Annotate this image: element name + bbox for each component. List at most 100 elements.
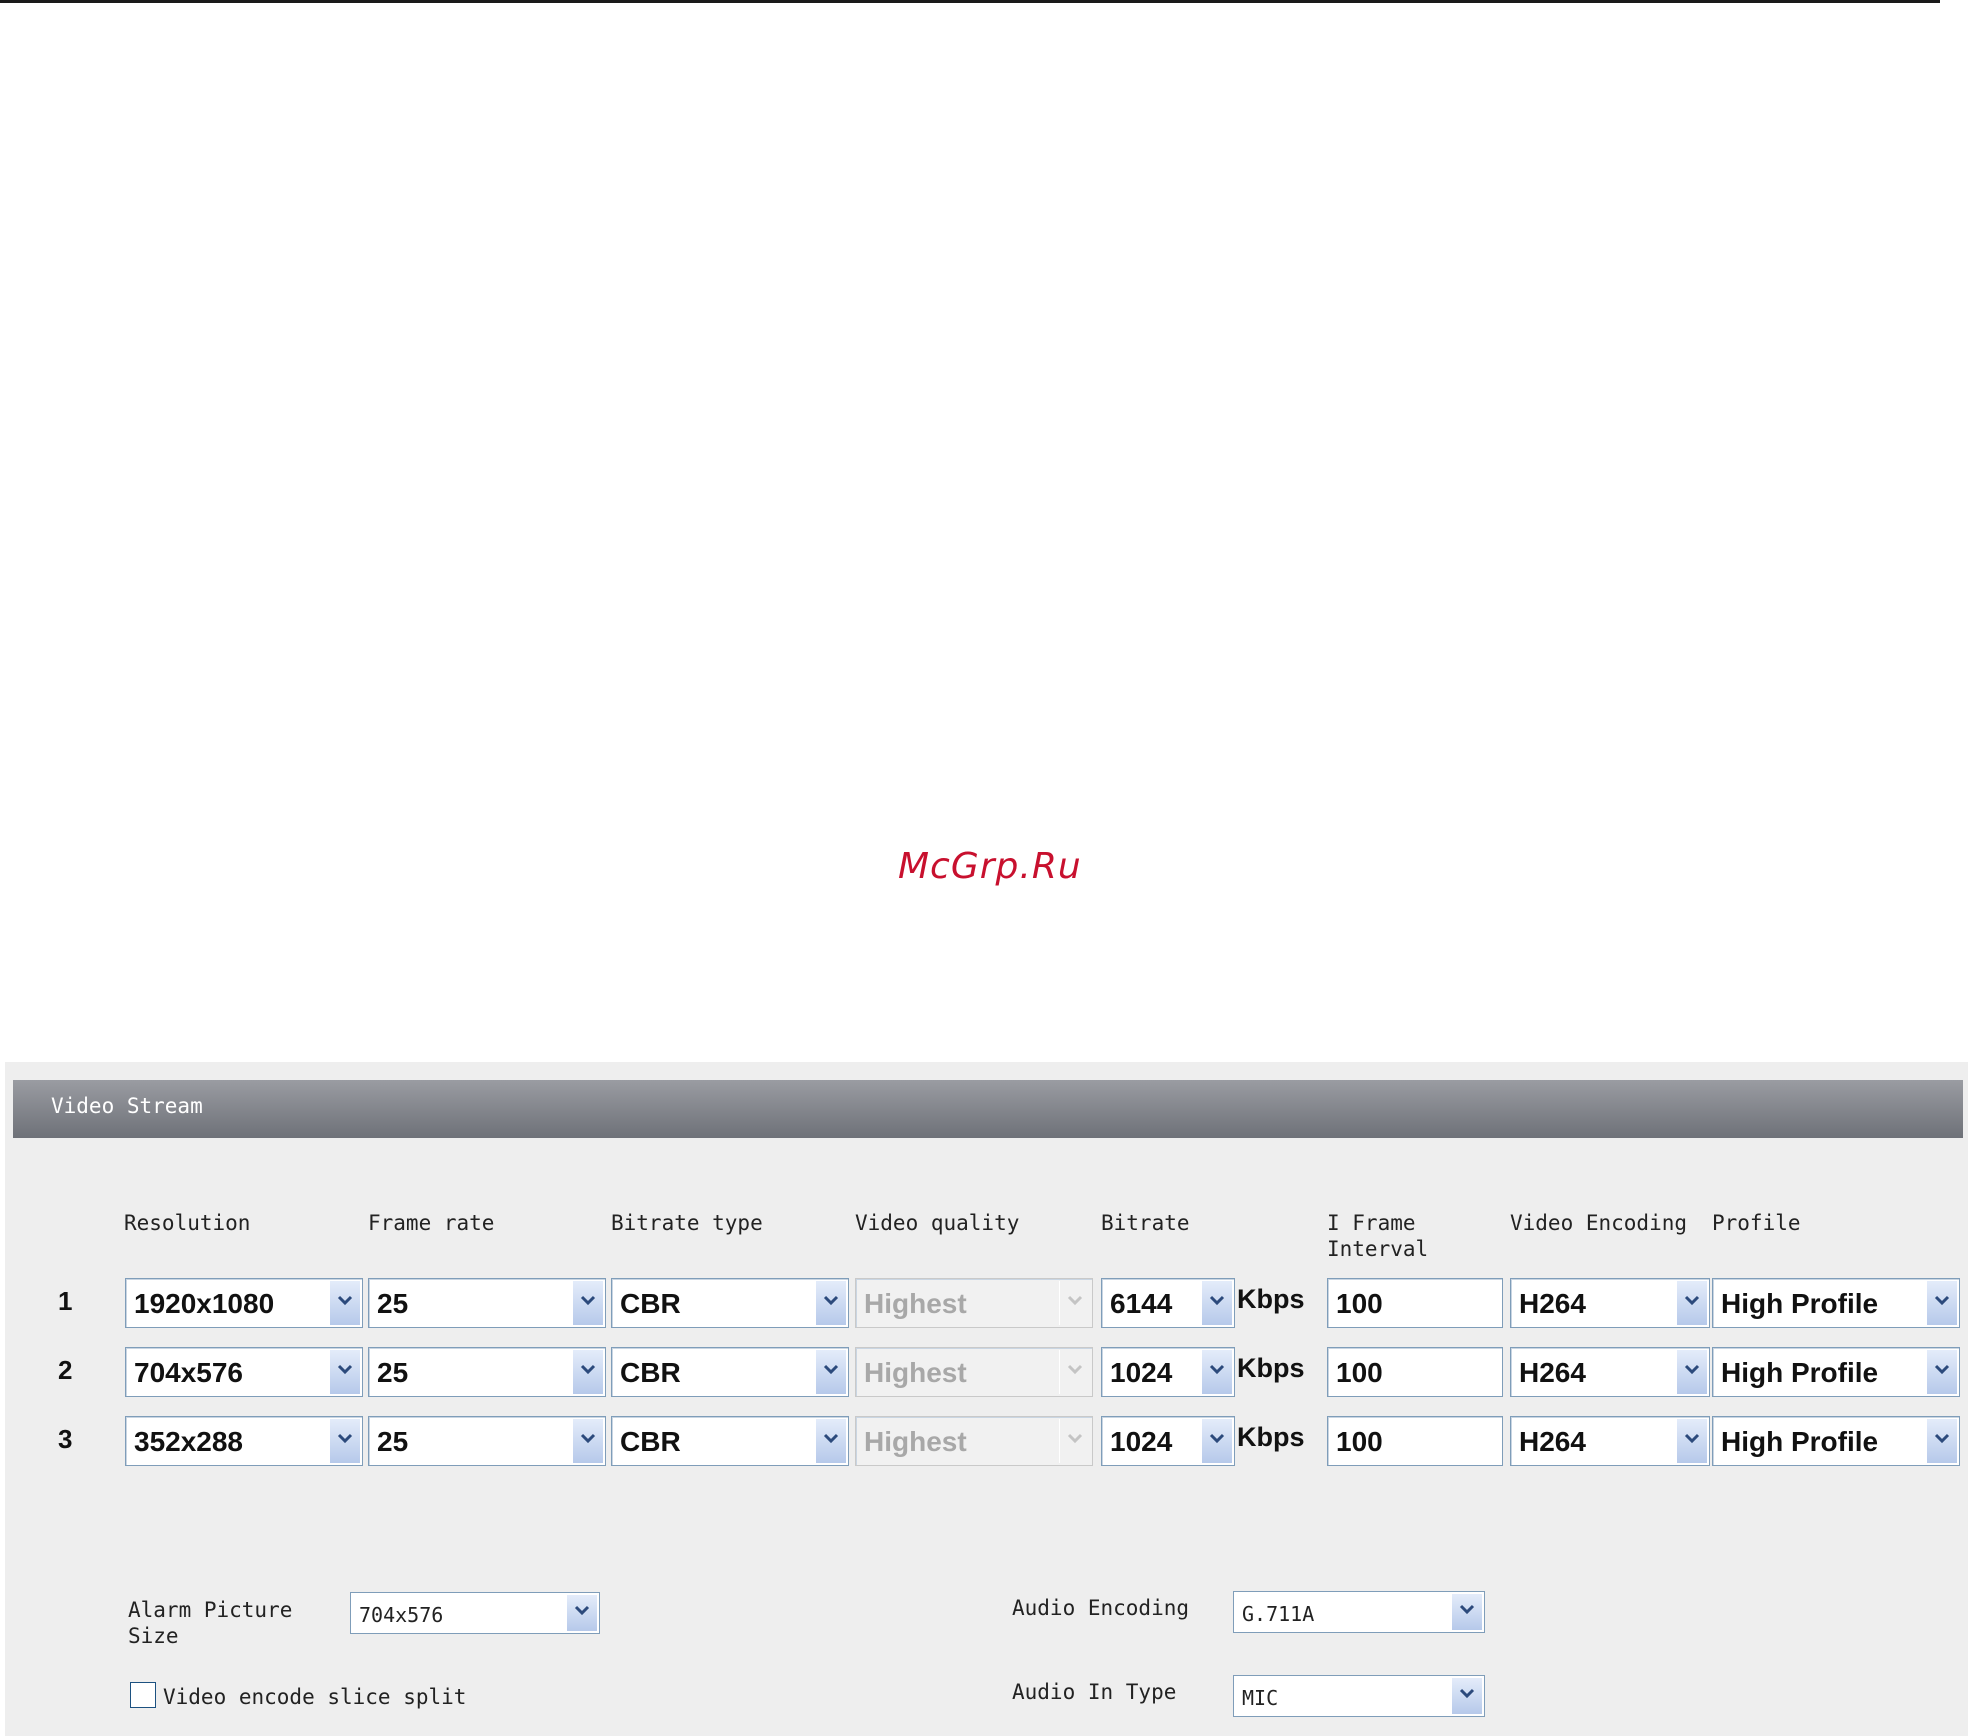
video-quality-select: Highest: [855, 1278, 1093, 1328]
alarm-picture-size-select[interactable]: 704x576: [350, 1592, 600, 1634]
col-video-encoding: Video Encoding: [1510, 1211, 1688, 1235]
alarm-picture-size-label: Alarm Picture Size: [128, 1598, 293, 1648]
frame-rate-select[interactable]: 25: [368, 1278, 606, 1328]
profile-select[interactable]: High Profile: [1712, 1416, 1960, 1466]
watermark: McGrp.Ru: [898, 846, 1082, 887]
bitrate-select[interactable]: 1024: [1101, 1416, 1235, 1466]
row-number: 3: [58, 1424, 73, 1454]
chevron-down-icon[interactable]: [1926, 1419, 1957, 1463]
slice-split-checkbox[interactable]: [130, 1682, 156, 1708]
bitrate-select[interactable]: 6144: [1101, 1278, 1235, 1328]
encoding-value: H264: [1519, 1288, 1586, 1319]
col-resolution: Resolution: [124, 1211, 251, 1235]
chevron-down-icon[interactable]: [1926, 1350, 1957, 1394]
bitrate-type-value: CBR: [620, 1426, 681, 1457]
profile-select[interactable]: High Profile: [1712, 1278, 1960, 1328]
audio-encoding-label: Audio Encoding: [1012, 1596, 1190, 1620]
bitrate-select[interactable]: 1024: [1101, 1347, 1235, 1397]
video-quality-value: Highest: [864, 1357, 967, 1388]
bitrate-type-value: CBR: [620, 1288, 681, 1319]
chevron-down-icon[interactable]: [1676, 1350, 1707, 1394]
col-bitrate-type: Bitrate type: [611, 1211, 763, 1235]
chevron-down-icon[interactable]: [1926, 1281, 1957, 1325]
encoding-value: H264: [1519, 1426, 1586, 1457]
chevron-down-icon[interactable]: [1676, 1281, 1707, 1325]
profile-value: High Profile: [1721, 1288, 1879, 1319]
chevron-down-icon[interactable]: [572, 1350, 603, 1394]
top-rule: [0, 0, 1940, 3]
chevron-down-icon: [1059, 1419, 1090, 1463]
chevron-down-icon[interactable]: [1676, 1419, 1707, 1463]
slice-split-label: Video encode slice split: [163, 1685, 467, 1709]
chevron-down-icon[interactable]: [1451, 1678, 1482, 1714]
bitrate-type-select[interactable]: CBR: [611, 1347, 849, 1397]
row-number: 2: [58, 1355, 73, 1385]
panel-title: Video Stream: [51, 1094, 203, 1118]
video-quality-select: Highest: [855, 1347, 1093, 1397]
chevron-down-icon[interactable]: [572, 1419, 603, 1463]
chevron-down-icon[interactable]: [1201, 1419, 1232, 1463]
frame-rate-select[interactable]: 25: [368, 1347, 606, 1397]
iframe-value: 100: [1336, 1288, 1383, 1319]
iframe-input[interactable]: 100: [1327, 1416, 1503, 1466]
audio-encoding-select[interactable]: G.711A: [1233, 1591, 1485, 1633]
chevron-down-icon: [1059, 1281, 1090, 1325]
bitrate-value: 1024: [1110, 1426, 1173, 1457]
iframe-value: 100: [1336, 1426, 1383, 1457]
resolution-select[interactable]: 704x576: [125, 1347, 363, 1397]
bitrate-value: 1024: [1110, 1357, 1173, 1388]
resolution-value: 704x576: [134, 1357, 244, 1388]
resolution-value: 352x288: [134, 1426, 244, 1457]
audio-in-type-select[interactable]: MIC: [1233, 1675, 1485, 1717]
chevron-down-icon[interactable]: [572, 1281, 603, 1325]
chevron-down-icon[interactable]: [1201, 1281, 1232, 1325]
chevron-down-icon: [1059, 1350, 1090, 1394]
resolution-select[interactable]: 1920x1080: [125, 1278, 363, 1328]
chevron-down-icon[interactable]: [329, 1419, 360, 1463]
chevron-down-icon[interactable]: [566, 1595, 597, 1631]
resolution-select[interactable]: 352x288: [125, 1416, 363, 1466]
chevron-down-icon[interactable]: [815, 1281, 846, 1325]
profile-value: High Profile: [1721, 1426, 1879, 1457]
panel-header: Video Stream: [13, 1080, 1963, 1138]
audio-encoding-value: G.711A: [1242, 1602, 1315, 1626]
bitrate-unit: Kbps: [1237, 1353, 1305, 1383]
chevron-down-icon[interactable]: [329, 1281, 360, 1325]
alarm-picture-size-value: 704x576: [359, 1603, 444, 1627]
profile-select[interactable]: High Profile: [1712, 1347, 1960, 1397]
iframe-input[interactable]: 100: [1327, 1347, 1503, 1397]
bitrate-unit: Kbps: [1237, 1284, 1305, 1314]
frame-rate-select[interactable]: 25: [368, 1416, 606, 1466]
row-number: 1: [58, 1286, 73, 1316]
video-stream-panel: Video Stream Resolution Frame rate Bitra…: [5, 1062, 1968, 1736]
encoding-select[interactable]: H264: [1510, 1278, 1710, 1328]
frame-rate-value: 25: [377, 1288, 409, 1319]
bitrate-value: 6144: [1110, 1288, 1173, 1319]
resolution-value: 1920x1080: [134, 1288, 275, 1319]
bitrate-unit: Kbps: [1237, 1422, 1305, 1452]
chevron-down-icon[interactable]: [329, 1350, 360, 1394]
col-frame-rate: Frame rate: [368, 1211, 495, 1235]
col-bitrate: Bitrate: [1101, 1211, 1190, 1235]
encoding-value: H264: [1519, 1357, 1586, 1388]
col-iframe-interval: I Frame Interval: [1327, 1211, 1429, 1261]
col-profile: Profile: [1712, 1211, 1801, 1235]
video-quality-select: Highest: [855, 1416, 1093, 1466]
chevron-down-icon[interactable]: [1451, 1594, 1482, 1630]
chevron-down-icon[interactable]: [815, 1419, 846, 1463]
video-quality-value: Highest: [864, 1426, 967, 1457]
frame-rate-value: 25: [377, 1357, 409, 1388]
chevron-down-icon[interactable]: [1201, 1350, 1232, 1394]
bitrate-type-select[interactable]: CBR: [611, 1416, 849, 1466]
chevron-down-icon[interactable]: [815, 1350, 846, 1394]
encoding-select[interactable]: H264: [1510, 1347, 1710, 1397]
iframe-value: 100: [1336, 1357, 1383, 1388]
video-quality-value: Highest: [864, 1288, 967, 1319]
frame-rate-value: 25: [377, 1426, 409, 1457]
profile-value: High Profile: [1721, 1357, 1879, 1388]
bitrate-type-select[interactable]: CBR: [611, 1278, 849, 1328]
audio-in-type-value: MIC: [1242, 1686, 1279, 1710]
col-video-quality: Video quality: [855, 1211, 1020, 1235]
encoding-select[interactable]: H264: [1510, 1416, 1710, 1466]
iframe-input[interactable]: 100: [1327, 1278, 1503, 1328]
